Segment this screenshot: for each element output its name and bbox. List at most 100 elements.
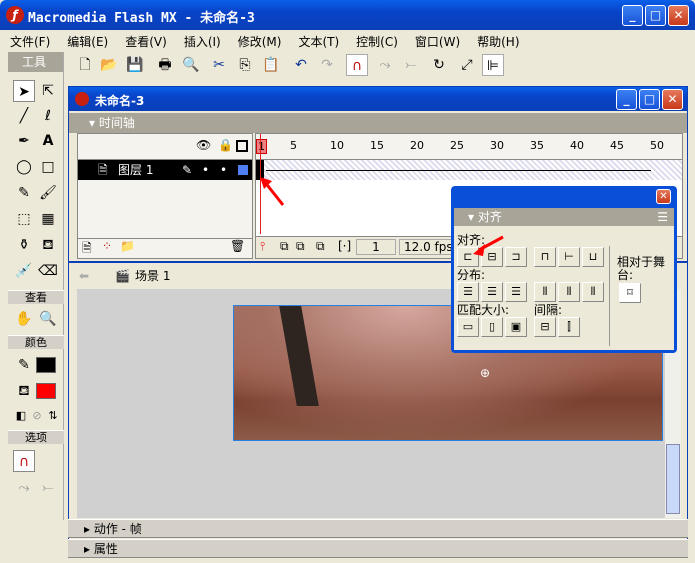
align-v-center-button[interactable]: ⊢ bbox=[558, 247, 580, 267]
menu-bar: 文件(F) 编辑(E) 查看(V) 插入(I) 修改(M) 文本(T) 控制(C) 窗口(W)… bbox=[10, 33, 537, 50]
annotation-arrow-align bbox=[473, 235, 504, 256]
pencil-tool-icon[interactable]: ✎ bbox=[13, 182, 35, 204]
menu-modify[interactable]: 修改(M) bbox=[238, 35, 282, 49]
free-transform-tool-icon[interactable]: ⬚ bbox=[13, 208, 35, 230]
straighten-icon[interactable]: ⤚ bbox=[400, 54, 422, 76]
undo-icon[interactable]: ↶ bbox=[290, 54, 312, 76]
fill-color-swatch[interactable] bbox=[36, 383, 56, 399]
to-stage-button[interactable]: ⌑ bbox=[619, 283, 641, 303]
eyedropper-tool-icon[interactable]: 💉 bbox=[13, 260, 35, 282]
modify-markers-icon[interactable]: [·] bbox=[338, 239, 351, 253]
print-icon[interactable]: 🖶 bbox=[154, 54, 176, 76]
smooth-icon[interactable]: ⤳ bbox=[374, 54, 396, 76]
print-preview-icon[interactable]: 🔍 bbox=[180, 54, 202, 76]
paste-icon[interactable]: 📋 bbox=[260, 54, 282, 76]
line-tool-icon[interactable]: ╱ bbox=[13, 105, 35, 127]
align-bottom-button[interactable]: ⊔ bbox=[582, 247, 604, 267]
edit-multiple-icon[interactable]: ⧉ bbox=[316, 239, 325, 254]
match-width-button[interactable]: ▭ bbox=[457, 317, 479, 337]
center-frame-icon[interactable]: ⫯ bbox=[260, 239, 265, 254]
arrow-tool-icon[interactable]: ➤ bbox=[13, 80, 35, 102]
lock-icon[interactable]: 🔒 bbox=[218, 138, 233, 152]
fill-transform-tool-icon[interactable]: ▦ bbox=[37, 208, 59, 230]
zoom-tool-icon[interactable]: 🔍 bbox=[37, 308, 59, 330]
frame-rate: 12.0 fps bbox=[399, 239, 459, 255]
stroke-color-swatch[interactable] bbox=[36, 357, 56, 373]
insert-folder-icon[interactable]: 📁 bbox=[120, 239, 135, 253]
menu-view[interactable]: 查看(V) bbox=[125, 35, 167, 49]
frame-row[interactable] bbox=[256, 160, 682, 180]
frame-tick-5: 5 bbox=[290, 139, 297, 152]
copy-icon[interactable]: ⎘ bbox=[234, 54, 256, 76]
match-height-button[interactable]: ▯ bbox=[481, 317, 503, 337]
snap-magnet-icon[interactable]: ∩ bbox=[346, 54, 368, 76]
scale-icon[interactable]: ⤢ bbox=[456, 54, 478, 76]
back-arrow-icon[interactable]: ⬅ bbox=[79, 263, 89, 289]
insert-layer-icon[interactable]: 🗎 bbox=[82, 239, 92, 260]
align-right-button[interactable]: ⊐ bbox=[505, 247, 527, 267]
lasso-tool-icon[interactable]: ℓ bbox=[37, 105, 59, 127]
cut-icon[interactable]: ✂ bbox=[208, 54, 230, 76]
snap-option-icon[interactable]: ∩ bbox=[13, 450, 35, 472]
open-folder-icon[interactable]: 📂 bbox=[98, 54, 120, 76]
hand-tool-icon[interactable]: ✋ bbox=[13, 308, 35, 330]
menu-control[interactable]: 控制(C) bbox=[356, 35, 398, 49]
eye-icon[interactable]: 👁 bbox=[196, 138, 211, 152]
timeline-label: 时间轴 bbox=[98, 116, 135, 130]
paint-bucket-tool-icon[interactable]: ⛾ bbox=[37, 234, 59, 256]
save-icon[interactable]: 💾 bbox=[124, 54, 146, 76]
new-file-icon[interactable]: 🗋 bbox=[74, 54, 96, 76]
align-toggle-icon[interactable]: ⊫ bbox=[482, 54, 504, 76]
oval-tool-icon[interactable]: ◯ bbox=[13, 156, 35, 178]
space-vertical-button[interactable]: ⊟ bbox=[534, 317, 556, 337]
layer-row[interactable]: 🗎 图层 1 ✎ • • bbox=[78, 160, 252, 180]
text-tool-icon[interactable]: A bbox=[37, 130, 59, 152]
panel-options-icon[interactable]: ☰ bbox=[657, 208, 668, 226]
rectangle-tool-icon[interactable]: □ bbox=[37, 156, 59, 178]
match-both-button[interactable]: ▣ bbox=[505, 317, 527, 337]
close-button[interactable]: ✕ bbox=[668, 5, 689, 26]
outline-icon[interactable] bbox=[236, 140, 248, 152]
properties-panel-bar[interactable]: ▸ 属性 bbox=[68, 539, 688, 558]
maximize-button[interactable]: □ bbox=[645, 5, 666, 26]
distribute-v-center-button[interactable]: ☰ bbox=[481, 282, 503, 302]
menu-help[interactable]: 帮助(H) bbox=[477, 35, 519, 49]
smooth-option-icon[interactable]: ⤳ bbox=[13, 477, 35, 499]
actions-panel-bar[interactable]: ▸ 动作 - 帧 bbox=[68, 519, 688, 538]
eraser-tool-icon[interactable]: ⌫ bbox=[37, 260, 59, 282]
align-panel-close-button[interactable]: ✕ bbox=[656, 189, 671, 204]
menu-text[interactable]: 文本(T) bbox=[298, 35, 339, 49]
delete-layer-icon[interactable]: 🗑 bbox=[230, 239, 245, 253]
minimize-button[interactable]: _ bbox=[622, 5, 643, 26]
distribute-h-center-button[interactable]: ⫴ bbox=[558, 282, 580, 302]
align-panel-title: 对齐 bbox=[477, 210, 502, 224]
menu-window[interactable]: 窗口(W) bbox=[415, 35, 460, 49]
onion-outline-icon[interactable]: ⧉ bbox=[296, 239, 305, 254]
distribute-top-button[interactable]: ☰ bbox=[457, 282, 479, 302]
scene-name[interactable]: 场景 1 bbox=[135, 263, 170, 289]
pen-tool-icon[interactable]: ✒ bbox=[13, 130, 35, 152]
space-horizontal-button[interactable]: ⫿ bbox=[558, 317, 580, 337]
distribute-bottom-button[interactable]: ☰ bbox=[505, 282, 527, 302]
timeline-header[interactable]: ▾ 时间轴 bbox=[69, 113, 687, 133]
straighten-option-icon[interactable]: ⤚ bbox=[37, 477, 59, 499]
swap-colors-icon[interactable]: ⇅ bbox=[42, 405, 64, 427]
doc-minimize-button[interactable]: _ bbox=[616, 89, 637, 110]
doc-maximize-button[interactable]: □ bbox=[639, 89, 660, 110]
align-top-button[interactable]: ⊓ bbox=[534, 247, 556, 267]
doc-close-button[interactable]: ✕ bbox=[662, 89, 683, 110]
rotate-icon[interactable]: ↻ bbox=[428, 54, 450, 76]
scroll-thumb[interactable] bbox=[666, 444, 680, 514]
add-guide-layer-icon[interactable]: ⁘ bbox=[102, 239, 112, 253]
redo-icon[interactable]: ↷ bbox=[316, 54, 338, 76]
distribute-right-button[interactable]: ⫴ bbox=[582, 282, 604, 302]
onion-skin-icon[interactable]: ⧉ bbox=[280, 239, 289, 254]
ink-bottle-tool-icon[interactable]: ⚱ bbox=[13, 234, 35, 256]
menu-file[interactable]: 文件(F) bbox=[10, 35, 50, 49]
menu-edit[interactable]: 编辑(E) bbox=[67, 35, 108, 49]
brush-tool-icon[interactable]: 🖌 bbox=[37, 182, 59, 204]
view-section-label: 查看 bbox=[8, 290, 64, 304]
menu-insert[interactable]: 插入(I) bbox=[184, 35, 221, 49]
distribute-left-button[interactable]: ⫴ bbox=[534, 282, 556, 302]
subselect-tool-icon[interactable]: ⇱ bbox=[37, 80, 59, 102]
